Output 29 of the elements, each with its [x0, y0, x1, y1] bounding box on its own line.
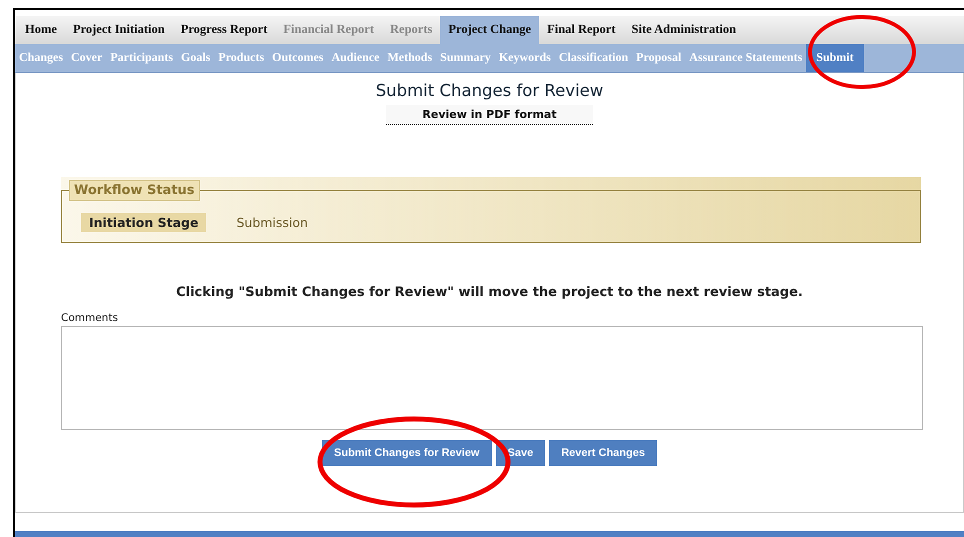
workflow-stage: Submission: [235, 214, 309, 232]
page-title: Submit Changes for Review: [376, 80, 604, 100]
nav-tab[interactable]: Final Report: [539, 16, 624, 44]
workflow-legend: Workflow Status: [69, 180, 200, 201]
section-tab[interactable]: Products: [214, 44, 268, 72]
section-tab[interactable]: Classification: [554, 44, 632, 72]
section-tab[interactable]: Outcomes: [268, 44, 328, 72]
nav-tab[interactable]: Progress Report: [172, 16, 276, 44]
pdf-link[interactable]: Review in PDF format: [386, 104, 593, 125]
notice-text: Clicking "Submit Changes for Review" will move the project to the next review stage.: [176, 284, 803, 300]
nav-tab[interactable]: Project Initiation: [64, 16, 173, 44]
nav-tab[interactable]: Project Change: [440, 16, 540, 44]
comments-label: Comments: [61, 312, 118, 324]
comments-field[interactable]: [61, 326, 923, 430]
section-tab[interactable]: Assurance Statements: [685, 44, 806, 72]
nav-tab[interactable]: Home: [17, 16, 65, 44]
workflow-stage: Initiation Stage: [81, 212, 206, 232]
section-tab[interactable]: Summary: [436, 44, 495, 72]
section-tab[interactable]: Keywords: [494, 44, 555, 72]
section-tab[interactable]: Goals: [177, 44, 214, 72]
section-tab[interactable]: Changes: [15, 44, 68, 72]
section-tab[interactable]: Proposal: [632, 44, 686, 72]
section-tab[interactable]: Methods: [383, 44, 436, 72]
section-tab[interactable]: Participants: [106, 44, 178, 72]
action-button[interactable]: Revert Changes: [549, 440, 657, 466]
section-tab[interactable]: Audience: [327, 44, 384, 72]
nav-tab[interactable]: Site Administration: [624, 16, 744, 44]
section-tab[interactable]: Cover: [67, 44, 106, 72]
action-button[interactable]: Submit Changes for Review: [322, 440, 492, 466]
